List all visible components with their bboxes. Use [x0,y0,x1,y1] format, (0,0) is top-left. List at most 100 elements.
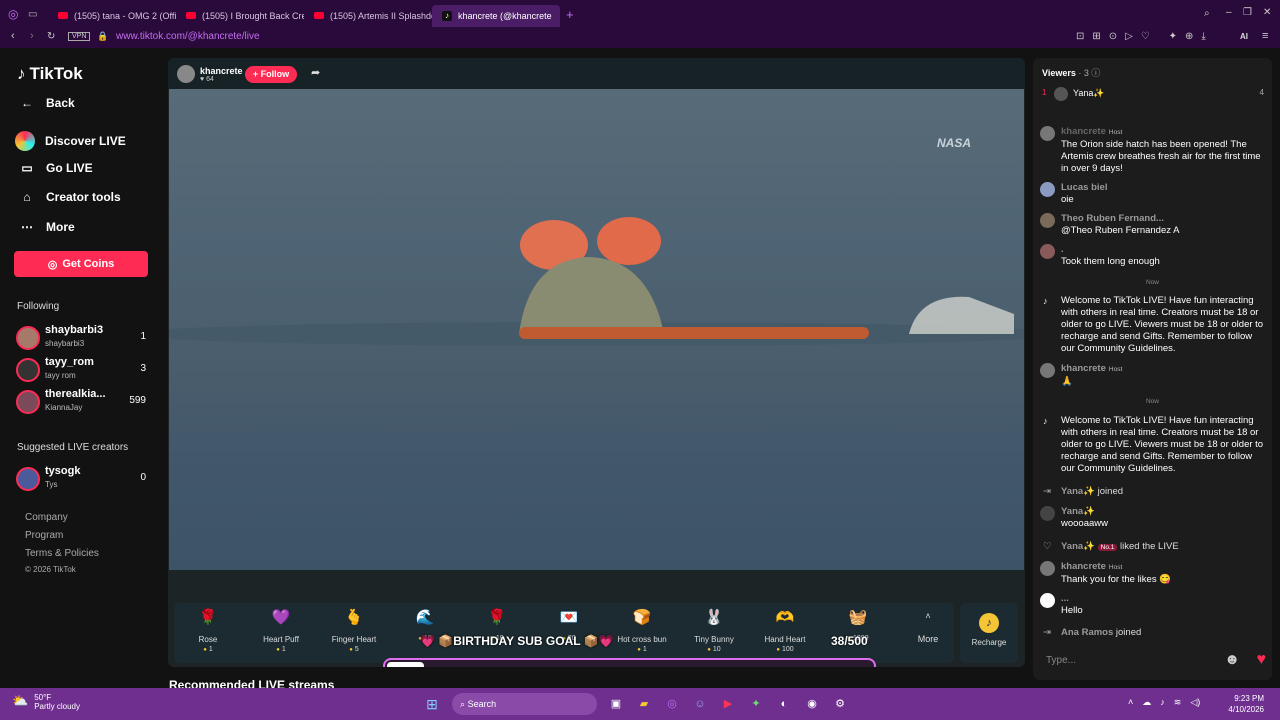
join-icon: ⇥ [1043,627,1051,638]
following-heading: Following [17,301,60,312]
task-view-icon[interactable]: ▣ [606,694,626,714]
tiktok-icon: ♪ [1043,416,1048,426]
tiktok-icon: ♪ [17,64,26,83]
url-field[interactable]: www.tiktok.com/@khancrete/live [116,31,260,42]
follow-button[interactable]: + Follow [245,66,297,83]
footer-link-terms[interactable]: Terms & Policies [25,548,99,559]
following-item-tayy-rom[interactable]: tayy_rom tayy rom 3 [16,356,150,384]
tab-3[interactable]: (1505) Artemis II Splashdc [304,5,432,27]
menu-icon[interactable]: ≡ [1262,30,1268,42]
avatar [1040,182,1055,197]
chat-message: . Took them long enough [1040,244,1266,268]
suggested-heading: Suggested LIVE creators [17,442,129,453]
host-name[interactable]: khancrete [200,66,243,76]
app-icon[interactable]: ◐ [774,694,794,714]
following-item-shaybarbi3[interactable]: shaybarbi3 shaybarbi3 1 [16,324,150,352]
app-icon-2[interactable]: ◉ [802,694,822,714]
host-bar: khancrete ♥ 64 + Follow ➦ [168,58,1025,89]
avatar [1040,244,1055,259]
arrow-left-icon: ← [21,96,33,110]
chat-message: khancrete Host Thank you for the likes 😋 [1040,561,1266,586]
gift-heart-puff[interactable]: 💜Heart Puff1 [251,607,311,653]
file-explorer-icon[interactable]: ▰ [634,694,654,714]
steam-icon[interactable]: ⚙ [830,694,850,714]
sub-goal-progress [383,658,876,667]
back-nav-icon[interactable]: ‹ [11,30,15,42]
browser-logo-icon[interactable]: ◎ [8,7,28,21]
sub-goal-count: 38/500 [831,634,868,648]
network-icon: ☁ [1142,697,1152,707]
youtube-icon [186,12,196,19]
coin-icon: ◎ [47,258,58,271]
avatar [16,326,40,350]
browser-icon[interactable]: ◎ [662,694,682,714]
share-icon[interactable]: ➦ [311,66,320,79]
avatar [16,390,40,414]
heart-icon[interactable]: ♥ [1257,651,1267,669]
back-link[interactable]: ← Back [18,96,75,110]
system-message: ♪ Welcome to TikTok LIVE! Have fun intera… [1043,295,1264,354]
gift-rose[interactable]: 🌹Rose1 [178,607,238,653]
chat-message: khancrete Host The Orion side hatch has be… [1040,126,1266,175]
ai-button[interactable]: AI [1240,32,1248,41]
reload-icon[interactable]: ↻ [47,31,55,42]
gift-tiny-bunny[interactable]: 🐰Tiny Bunny10 [684,607,744,653]
nav-go-live[interactable]: ▭ Go LIVE [18,161,92,175]
viewers-heading[interactable]: Viewers · 3 ⓘ [1042,66,1100,79]
suggested-item-tysogk[interactable]: tysogk Tys 0 [16,465,150,493]
weather-widget[interactable]: ⛅ 50°F Partly cloudy [12,693,80,711]
pinned-apps: ▣ ▰ ◎ ☺ ▶ ✦ ◐ ◉ ⚙ [606,694,850,714]
gift-hot-cross-bun[interactable]: 🍞Hot cross bun1 [612,607,672,653]
more-gifts-button[interactable]: ˄ More [908,611,948,644]
tab-bar: ◎ ▭ (1505) tana - OMG 2 (Offic (1505) I … [0,0,1280,28]
following-item-therealkia[interactable]: therealkia... KiannaJay 599 [16,388,150,416]
new-tab-button[interactable]: + [566,7,574,22]
video-player[interactable]: NASA [168,89,1025,570]
video-frame [168,217,1025,346]
ellipsis-icon: ⋯ [21,220,33,234]
chat-input[interactable]: Type... ☻ ♥ [1040,649,1266,673]
tiktok-logo[interactable]: ♪ TikTok [17,64,83,84]
discord-icon[interactable]: ☺ [690,694,710,714]
copyright: © 2026 TikTok [25,565,76,574]
info-icon[interactable]: ⓘ [1091,68,1100,78]
youtube-app-icon[interactable]: ▶ [718,694,738,714]
taskbar-search[interactable]: ⌕ Search [452,693,597,715]
minimize-icon[interactable]: – [1226,7,1232,18]
toolbar-icons[interactable]: ⊡⊞⊙▷♡ ✦⊕⤓ [1076,31,1214,42]
footer-link-program[interactable]: Program [25,530,63,541]
time-separator: Now [1145,279,1159,286]
gift-finger-heart[interactable]: 🫰Finger Heart5 [324,607,384,653]
footer-link-company[interactable]: Company [25,512,68,523]
search-tabs-icon[interactable]: ⌕ [1204,8,1210,19]
maximize-icon[interactable]: ❐ [1243,7,1252,18]
taskbar: ⛅ 50°F Partly cloudy ⊞ ⌕ Search ▣ ▰ ◎ ☺ ▶ … [0,688,1280,720]
forward-nav-icon[interactable]: › [30,30,34,42]
emoji-icon[interactable]: ☻ [1224,651,1240,668]
vpn-badge[interactable]: VPN [68,32,91,41]
browser-chrome: ◎ ▭ (1505) tana - OMG 2 (Offic (1505) I … [0,0,1280,48]
workspace-icon[interactable]: ▭ [28,9,48,20]
gift-bar: 🌹Rose1 💜Heart Puff1 🫰Finger Heart5 🌊10 🌹… [174,603,954,663]
nav-creator-tools[interactable]: ⌂ Creator tools [18,190,120,204]
gift-hand-heart[interactable]: 🫶Hand Heart100 [755,607,815,653]
join-notice: ⇥ Yana✨ joined [1043,486,1124,497]
tab-4[interactable]: ♪ khancrete (@khancrete [432,4,560,27]
game-launcher-icon[interactable]: ✦ [746,694,766,714]
system-tray[interactable]: ˄ ☁ ♪ ≋ ◁) [1128,697,1200,708]
tab-2[interactable]: (1505) I Brought Back Cre [176,5,304,27]
sidebar: ♪ TikTok ← Back Discover LIVE ▭ Go LIVE ⌂ Cr… [0,48,160,688]
top-viewer-row[interactable]: 1 Yana✨ 4 [1042,87,1264,101]
recharge-button[interactable]: ♪ Recharge [960,603,1018,663]
close-window-icon[interactable]: ✕ [1263,7,1271,18]
tab-1[interactable]: (1505) tana - OMG 2 (Offic [48,5,176,27]
avatar [1040,126,1055,141]
windows-start-icon[interactable]: ⊞ [422,694,442,714]
get-coins-button[interactable]: ◎ Get Coins [14,251,148,277]
nav-discover-live[interactable]: Discover LIVE [15,131,126,151]
nav-more[interactable]: ⋯ More [18,220,75,234]
clock[interactable]: 9:23 PM 4/10/2026 [1228,693,1264,715]
avatar[interactable] [177,65,195,83]
avatar [1040,561,1055,576]
avatar [1040,363,1055,378]
